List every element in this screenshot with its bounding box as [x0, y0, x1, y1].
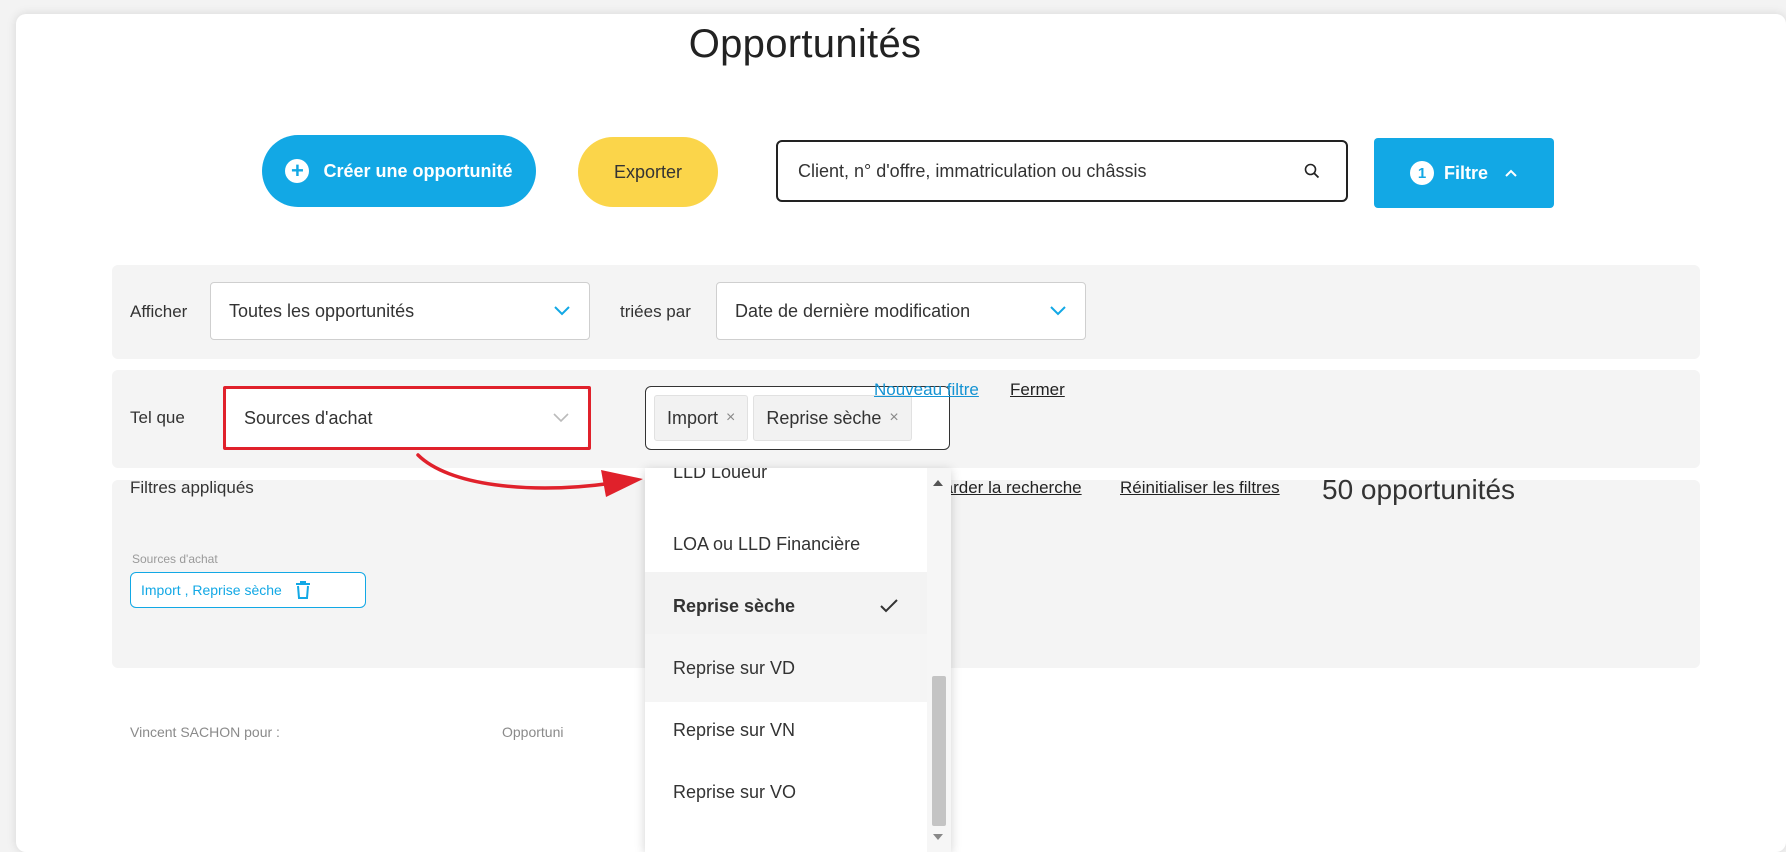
sorted-by-label: triées par: [620, 302, 691, 321]
dropdown-option[interactable]: LLD Loueur: [645, 468, 927, 506]
opportunities-column-label: Opportuni: [502, 724, 564, 740]
dropdown-option-label: LOA ou LLD Financière: [673, 533, 861, 554]
dropdown-scrollbar[interactable]: [927, 468, 951, 852]
dropdown-option[interactable]: Reprise sur VO: [645, 758, 927, 826]
dropdown-option[interactable]: LOA ou LLD Financière: [645, 510, 927, 578]
applied-filters-title: Filtres appliqués: [130, 478, 254, 497]
applied-chip-label: Sources d'achat: [132, 552, 218, 566]
sort-select[interactable]: Date de dernière modification: [716, 282, 1086, 340]
filter-count-badge: 1: [1409, 161, 1434, 185]
dropdown-option-label: Reprise sur VN: [673, 719, 796, 740]
new-filter-link[interactable]: Nouveau filtre: [874, 380, 979, 400]
create-opportunity-label: Créer une opportunité: [323, 160, 513, 181]
chevron-down-icon: [554, 306, 570, 316]
close-icon[interactable]: ×: [889, 409, 898, 427]
search-input[interactable]: Client, n° d'offre, immatriculation ou c…: [776, 140, 1348, 202]
search-placeholder: Client, n° d'offre, immatriculation ou c…: [798, 160, 1147, 181]
sort-select-value: Date de dernière modification: [735, 300, 971, 321]
highlight-annotation-box: [223, 386, 591, 450]
close-filter-link[interactable]: Fermer: [1010, 380, 1065, 400]
scroll-down-icon[interactable]: [933, 834, 943, 840]
show-select-value: Toutes les opportunités: [229, 300, 415, 321]
reset-filters-link[interactable]: Réinitialiser les filtres: [1120, 478, 1280, 498]
create-opportunity-button[interactable]: + Créer une opportunité: [262, 135, 536, 207]
applied-filter-chip: Import , Reprise sèche: [130, 572, 366, 608]
filter-tag: Reprise sèche ×: [753, 395, 912, 441]
search-icon[interactable]: [1302, 161, 1322, 181]
dropdown-option[interactable]: Reprise sur VN: [645, 696, 927, 764]
page-title: Opportunités: [688, 22, 922, 66]
dropdown-option-label: Reprise sur VO: [673, 781, 797, 802]
source-options-dropdown[interactable]: LLD Loueur LOA ou LLD Financière Reprise…: [645, 468, 951, 852]
show-label: Afficher: [130, 302, 188, 321]
dropdown-option-selected[interactable]: Reprise sèche: [645, 572, 927, 640]
scroll-thumb[interactable]: [932, 676, 946, 826]
check-icon: [880, 599, 898, 613]
chevron-up-icon: [1504, 168, 1518, 178]
dropdown-option-label: Reprise sèche: [673, 595, 796, 616]
show-select[interactable]: Toutes les opportunités: [210, 282, 590, 340]
trash-icon[interactable]: [294, 580, 312, 600]
filter-tag: Import ×: [654, 395, 749, 441]
dropdown-option[interactable]: Reprise sur VD: [645, 634, 927, 702]
chevron-down-icon: [1050, 306, 1066, 316]
close-icon[interactable]: ×: [726, 409, 735, 427]
annotation-arrow: [416, 453, 643, 497]
dropdown-option-label: LLD Loueur: [673, 468, 768, 482]
filter-tag-label: Reprise sèche: [766, 407, 882, 428]
filter-button[interactable]: 1 Filtre: [1374, 138, 1554, 208]
tel-que-label: Tel que: [130, 408, 185, 427]
export-button[interactable]: Exporter: [578, 137, 718, 207]
applied-chip-value: Import , Reprise sèche: [141, 582, 282, 598]
filter-tag-label: Import: [667, 407, 719, 428]
dropdown-option-label: Reprise sur VD: [673, 657, 796, 678]
user-label: Vincent SACHON pour :: [130, 724, 280, 740]
plus-circle-icon: +: [285, 159, 310, 183]
filter-label: Filtre: [1443, 162, 1488, 183]
results-count: 50 opportunités: [1322, 474, 1516, 505]
scroll-up-icon[interactable]: [933, 480, 943, 486]
